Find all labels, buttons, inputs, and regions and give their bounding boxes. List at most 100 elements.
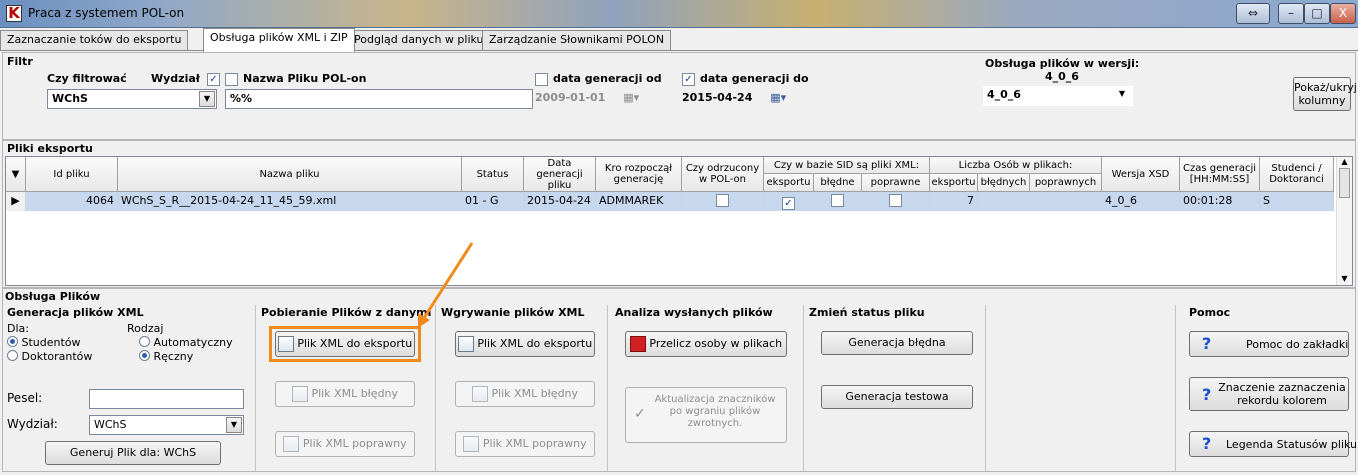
header-wersja-xsd[interactable]: Wersja XSD: [1102, 157, 1180, 192]
chevron-down-icon: ▼: [199, 91, 215, 107]
data-od-value: 2009-01-01: [535, 91, 606, 104]
scroll-up-icon[interactable]: ▲: [1337, 157, 1352, 166]
header-data[interactable]: Data generacji pliku: [524, 157, 596, 192]
data-do-checkbox[interactable]: ✓: [682, 73, 695, 86]
pokaz-ukryj-kolumny-button[interactable]: Pokaż/ukryj kolumny: [1293, 77, 1357, 111]
cell-data: 2015-04-24: [524, 192, 596, 211]
header-os-blednych[interactable]: błędnych: [978, 174, 1030, 192]
restore-layout-button[interactable]: ⇔: [1236, 3, 1270, 24]
header-status[interactable]: Status: [462, 157, 524, 192]
header-czas[interactable]: Czas generacji [HH:MM:SS]: [1180, 157, 1260, 192]
wgraj-xml-eksport-button[interactable]: Plik XML do eksportu: [455, 331, 595, 357]
scroll-down-icon[interactable]: ▼: [1337, 274, 1352, 283]
przelicz-osoby-button[interactable]: Przelicz osoby w plikach: [625, 331, 787, 357]
legenda-statusow-label: Legenda Statusów pliku: [1226, 438, 1358, 451]
vertical-scrollbar[interactable]: ▲ ▼: [1336, 157, 1352, 285]
header-sid-poprawne[interactable]: poprawne: [862, 174, 930, 192]
header-studenci[interactable]: Studenci / Doktoranci: [1260, 157, 1334, 192]
generacja-title: Generacja plików XML: [7, 306, 144, 319]
pomoc-zakladki-label: Pomoc do zakładki: [1246, 338, 1349, 351]
chevron-down-icon: ▼: [226, 417, 242, 433]
header-odrzucony[interactable]: Czy odrzucony w POL-on: [682, 157, 764, 192]
generuj-plik-button[interactable]: Generuj Plik dla: WChS: [45, 441, 221, 465]
header-name[interactable]: Nazwa pliku: [118, 157, 462, 192]
pobieranie-title: Pobieranie Plików z danymi: [261, 306, 432, 319]
tab-obsluga-plikow[interactable]: Obsługa plików XML i ZIP: [203, 28, 355, 52]
wgraj-xml-poprawny-button[interactable]: Plik XML poprawny: [455, 431, 595, 457]
close-button[interactable]: X: [1330, 3, 1356, 24]
data-do-value: 2015-04-24: [682, 91, 753, 104]
sid-poprawne-checkbox[interactable]: [889, 194, 902, 207]
cell-os-blednych: [978, 192, 1030, 211]
pomoc-zakladki-button[interactable]: ? Pomoc do zakładki: [1189, 331, 1349, 357]
chevron-down-icon: ▼: [1118, 89, 1125, 98]
sid-eksportu-checkbox[interactable]: ✓: [782, 197, 795, 210]
czy-filtrowac-label: Czy filtrować: [47, 72, 127, 85]
znaczenie-koloru-label: Znaczenie zaznaczenia rekordu kolorem: [1218, 381, 1346, 407]
wydzial-filter-value: WChS: [52, 92, 88, 105]
nazwa-pliku-checkbox[interactable]: [225, 73, 238, 86]
header-sid-eksportu[interactable]: eksportu: [764, 174, 814, 192]
wersja-select[interactable]: 4_0_6 ▼: [983, 86, 1133, 106]
pobierz-xml-poprawny-button[interactable]: Plik XML poprawny: [275, 431, 415, 457]
automatyczny-radio[interactable]: Automatyczny: [139, 335, 233, 349]
wydzial-filter-label: Wydział: [151, 72, 200, 85]
grid-menu-icon[interactable]: ▼: [6, 157, 26, 192]
wydzial-filter-select[interactable]: WChS ▼: [47, 89, 217, 109]
generacja-bledna-button[interactable]: Generacja błędna: [821, 331, 973, 355]
filter-panel: Filtr Czy filtrować Wydział ✓ WChS ▼ Naz…: [2, 52, 1357, 140]
table-row[interactable]: ▶ 4064 WChS_S_R__2015-04-24_11_45_59.xml…: [6, 192, 1334, 211]
header-sid-group: Czy w bazie SID są pliki XML:: [764, 157, 930, 174]
reczny-label: Ręczny: [153, 350, 194, 363]
pobierz-xml-eksport-button[interactable]: Plik XML do eksportu: [275, 331, 415, 357]
app-icon: K: [6, 5, 22, 22]
window-title: Praca z systemem POL-on: [28, 6, 185, 20]
radio-dot-icon: [139, 350, 150, 361]
tab-slowniki[interactable]: Zarządzanie Słownikami POLON: [482, 30, 672, 50]
maximize-button[interactable]: □: [1304, 3, 1330, 24]
nazwa-pliku-label: Nazwa Pliku POL-on: [243, 72, 367, 85]
data-od-checkbox[interactable]: [535, 73, 548, 86]
pobierz-xml-bledny-button[interactable]: Plik XML błędny: [275, 381, 415, 407]
nazwa-pliku-input[interactable]: %%: [225, 89, 533, 109]
legenda-statusow-button[interactable]: ? Legenda Statusów pliku: [1189, 431, 1357, 457]
header-id[interactable]: Id pliku: [26, 157, 118, 192]
help-icon: ?: [1202, 385, 1212, 404]
scroll-thumb[interactable]: [1339, 168, 1350, 198]
generacja-testowa-button[interactable]: Generacja testowa: [821, 385, 973, 409]
doktorantow-radio[interactable]: Doktorantów: [7, 349, 92, 363]
radio-dot-icon: [7, 350, 18, 361]
header-kto[interactable]: Kro rozpoczął generację: [596, 157, 682, 192]
header-osoby-group: Liczba Osób w plikach:: [930, 157, 1102, 174]
minimize-button[interactable]: –: [1278, 3, 1304, 24]
header-sid-bledne[interactable]: błędne: [814, 174, 862, 192]
wgraj-xml-bledny-label: Plik XML błędny: [491, 387, 579, 400]
files-title: Pliki eksportu: [7, 142, 93, 155]
wgraj-xml-bledny-button[interactable]: Plik XML błędny: [455, 381, 595, 407]
automatyczny-label: Automatyczny: [153, 336, 233, 349]
tab-podglad[interactable]: Podgląd danych w pliku: [347, 30, 491, 50]
tab-zaznaczanie[interactable]: Zaznaczanie toków do eksportu: [0, 30, 189, 50]
header-os-poprawnych[interactable]: poprawnych: [1030, 174, 1102, 192]
header-os-eksportu[interactable]: eksportu: [930, 174, 978, 192]
znaczenie-koloru-button[interactable]: ? Znaczenie zaznaczenia rekordu kolorem: [1189, 377, 1349, 411]
wydzial-filter-checkbox[interactable]: ✓: [207, 73, 220, 86]
odrzucony-checkbox[interactable]: [716, 194, 729, 207]
studentow-label: Studentów: [21, 336, 81, 349]
separator: [803, 305, 804, 471]
data-do-picker[interactable]: 2015-04-24 ▦▾: [682, 91, 810, 104]
studentow-radio[interactable]: Studentów: [7, 335, 81, 349]
pesel-input[interactable]: [89, 389, 244, 409]
radio-dot-icon: [139, 336, 150, 347]
download-doc-icon: [291, 386, 308, 402]
cell-id: 4064: [26, 192, 118, 211]
data-od-label: data generacji od: [553, 72, 662, 85]
sid-bledne-checkbox[interactable]: [831, 194, 844, 207]
doktorantow-label: Doktorantów: [21, 350, 93, 363]
wersja-value: 4_0_6: [987, 88, 1021, 101]
wydzial-select[interactable]: WChS ▼: [89, 415, 244, 435]
reczny-radio[interactable]: Ręczny: [139, 349, 193, 363]
aktualizacja-znacznikow-button[interactable]: ✓ Aktualizacja znaczników po wgraniu pli…: [625, 387, 787, 443]
aktualizacja-label: Aktualizacja znaczników po wgraniu plikó…: [654, 394, 776, 429]
data-od-picker[interactable]: 2009-01-01 ▦▾: [535, 91, 663, 104]
